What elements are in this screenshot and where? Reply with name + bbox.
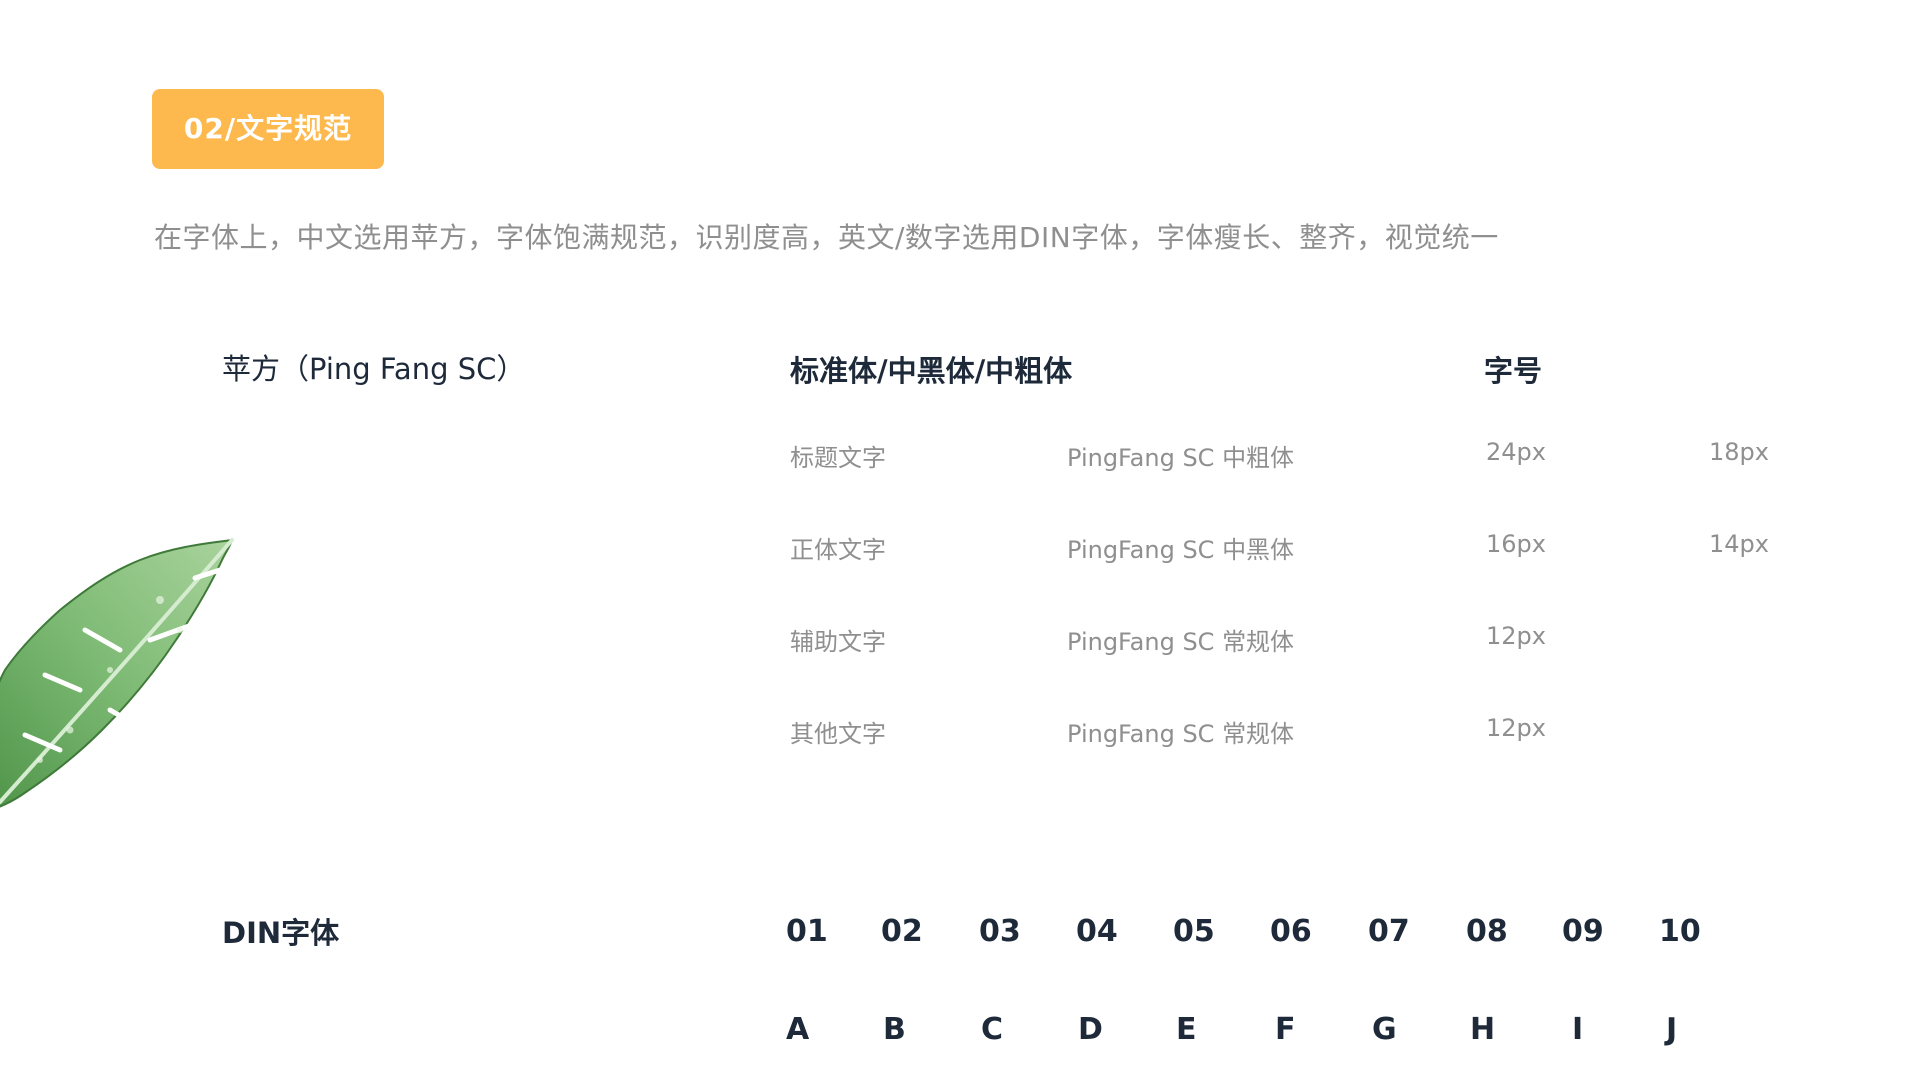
spec-size-primary: 12px (1486, 714, 1546, 742)
din-sample-number: 07 (1368, 914, 1410, 949)
font-spec-table: 标题文字 PingFang SC 中粗体 24px 18px 正体文字 Ping… (790, 438, 1790, 806)
din-sample-letter: I (1572, 1012, 1584, 1047)
din-sample-letter: A (786, 1012, 810, 1047)
banana-leaf-icon (0, 538, 234, 808)
spec-name: 标题文字 (790, 444, 886, 472)
spec-name: 辅助文字 (790, 628, 886, 656)
din-sample-number: 06 (1270, 914, 1312, 949)
din-sample-number: 08 (1466, 914, 1508, 949)
section-badge: 02/文字规范 (152, 89, 384, 169)
spec-name: 正体文字 (790, 536, 886, 564)
din-sample-number: 05 (1173, 914, 1215, 949)
heading-pingfang: 苹方（Ping Fang SC） (222, 352, 526, 386)
din-sample-letter: D (1078, 1012, 1103, 1047)
typography-spec-page: 02/文字规范 在字体上，中文选用苹方，字体饱满规范，识别度高，英文/数字选用D… (0, 0, 1920, 1080)
din-sample-number: 01 (786, 914, 828, 949)
spec-size-secondary: 18px (1709, 438, 1769, 466)
din-sample-number: 09 (1562, 914, 1604, 949)
heading-din: DIN字体 (222, 916, 340, 950)
din-sample-letter: H (1470, 1012, 1496, 1047)
spec-font: PingFang SC 常规体 (1067, 720, 1295, 748)
spec-row: 标题文字 PingFang SC 中粗体 24px 18px (790, 438, 1790, 530)
din-sample-number: 03 (979, 914, 1021, 949)
din-sample-number: 04 (1076, 914, 1118, 949)
din-sample-number: 02 (881, 914, 923, 949)
din-sample-letter: J (1666, 1012, 1678, 1047)
intro-text: 在字体上，中文选用苹方，字体饱满规范，识别度高，英文/数字选用DIN字体，字体瘦… (154, 221, 1499, 254)
spec-row: 其他文字 PingFang SC 常规体 12px (790, 714, 1790, 806)
spec-font: PingFang SC 中黑体 (1067, 536, 1295, 564)
heading-weights: 标准体/中黑体/中粗体 (790, 354, 1073, 388)
din-sample-letter: C (981, 1012, 1004, 1047)
spec-size-primary: 16px (1486, 530, 1546, 558)
din-sample-letter: G (1372, 1012, 1397, 1047)
spec-size-secondary: 14px (1709, 530, 1769, 558)
spec-size-primary: 24px (1486, 438, 1546, 466)
heading-font-size: 字号 (1484, 354, 1543, 388)
din-sample-letter: F (1275, 1012, 1296, 1047)
spec-name: 其他文字 (790, 720, 886, 748)
spec-font: PingFang SC 常规体 (1067, 628, 1295, 656)
spec-row: 辅助文字 PingFang SC 常规体 12px (790, 622, 1790, 714)
spec-font: PingFang SC 中粗体 (1067, 444, 1295, 472)
spec-row: 正体文字 PingFang SC 中黑体 16px 14px (790, 530, 1790, 622)
spec-size-primary: 12px (1486, 622, 1546, 650)
din-sample-letter: E (1176, 1012, 1197, 1047)
din-sample-number: 10 (1659, 914, 1701, 949)
din-sample-letter: B (883, 1012, 906, 1047)
